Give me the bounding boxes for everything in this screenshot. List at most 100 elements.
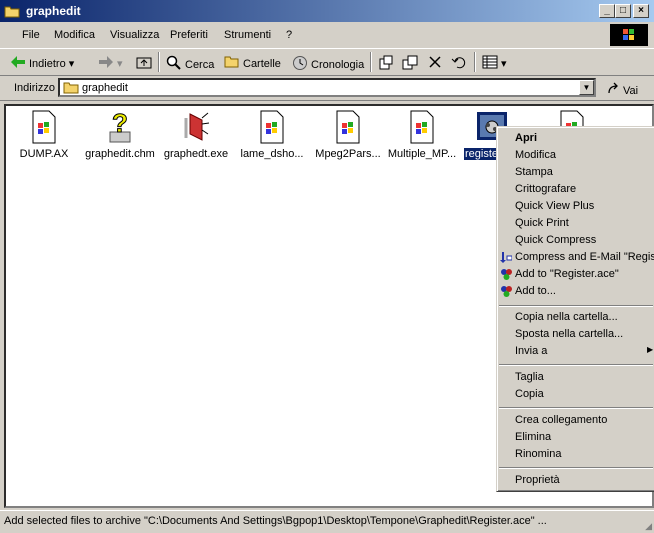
file-name: registe [464, 148, 500, 160]
move-to-icon [378, 55, 394, 74]
history-label: Cronologia [311, 58, 365, 71]
system-file-icon [332, 110, 364, 144]
views-button[interactable]: ▾ [482, 55, 507, 72]
minimize-button[interactable]: _ [599, 4, 615, 18]
folders-icon [224, 55, 240, 72]
menu-item-sposta-nella-cartella[interactable]: Sposta nella cartella... [515, 328, 623, 340]
delete-icon [428, 55, 442, 72]
history-button[interactable]: Cronologia [292, 55, 364, 74]
system-file-icon [256, 110, 288, 144]
history-icon [292, 55, 308, 74]
menu-separator [499, 407, 653, 409]
menu-item-elimina[interactable]: Elimina [515, 431, 551, 443]
undo-button[interactable] [451, 55, 467, 72]
status-bar: Add selected files to archive "C:\Docume… [0, 510, 654, 533]
copy-to-icon [402, 55, 418, 74]
file-name: DUMP.AX [19, 148, 69, 160]
graphedit-exe-icon [180, 110, 212, 144]
up-folder-button[interactable] [136, 55, 152, 72]
chevron-down-icon[interactable]: ▾ [501, 57, 507, 70]
menu-visualizza[interactable]: Visualizza [110, 29, 159, 41]
forward-button[interactable]: ▾ [98, 55, 123, 72]
menu-item-stampa[interactable]: Stampa [515, 166, 553, 178]
status-text: Add selected files to archive "C:\Docume… [4, 515, 547, 527]
file-item[interactable]: graphedt.exe [158, 110, 234, 160]
close-button[interactable]: × [633, 4, 649, 18]
menu-item-crittografare[interactable]: Crittografare [515, 183, 576, 195]
svg-text:?: ? [112, 110, 128, 138]
menu-strumenti[interactable]: Strumenti [224, 29, 271, 41]
menu-item-add-to-register-ace[interactable]: Add to "Register.ace" [515, 268, 619, 280]
maximize-button[interactable]: □ [615, 4, 631, 18]
toolbar-separator [370, 52, 372, 72]
menu-separator [499, 364, 653, 366]
back-label: Indietro [29, 57, 66, 70]
address-label: Indirizzo [14, 82, 55, 94]
menu-bar: File Modifica Visualizza Preferiti Strum… [0, 24, 654, 46]
menu-help[interactable]: ? [286, 29, 292, 41]
file-name: Multiple_MP... [387, 148, 457, 160]
menu-file[interactable]: File [22, 29, 40, 41]
chevron-down-icon[interactable]: ▾ [117, 57, 123, 70]
file-item[interactable]: Multiple_MP... [384, 110, 460, 160]
menu-item-crea-collegamento[interactable]: Crea collegamento [515, 414, 607, 426]
delete-button[interactable] [428, 55, 442, 72]
menu-item-add-to[interactable]: Add to... [515, 285, 556, 297]
menu-item-taglia[interactable]: Taglia [515, 371, 544, 383]
menu-separator [499, 467, 653, 469]
menu-item-quick-view-plus[interactable]: Quick View Plus [515, 200, 594, 212]
file-item[interactable]: Mpeg2Pars... [310, 110, 386, 160]
window-title: graphedit [26, 4, 81, 18]
menu-modifica[interactable]: Modifica [54, 29, 95, 41]
search-button[interactable]: Cerca [166, 55, 214, 74]
toolbar: Indietro ▾ ▾ Cerca Cartelle Cronologia ▾ [0, 48, 654, 76]
menu-item-quick-compress[interactable]: Quick Compress [515, 234, 596, 246]
address-input[interactable]: graphedit ▼ [58, 78, 596, 97]
menu-item-apri[interactable]: Apri [515, 132, 537, 144]
menu-preferiti[interactable]: Preferiti [170, 29, 208, 41]
ace-archive-icon [500, 285, 513, 301]
file-name: Mpeg2Pars... [315, 148, 381, 160]
copy-to-button[interactable] [402, 55, 418, 74]
up-folder-icon [136, 55, 152, 72]
menu-item-modifica[interactable]: Modifica [515, 149, 556, 161]
menu-item-rinomina[interactable]: Rinomina [515, 448, 561, 460]
back-button[interactable]: Indietro ▾ [10, 55, 74, 72]
views-icon [482, 55, 498, 72]
back-arrow-icon [10, 55, 26, 72]
title-bar: graphedit _ □ × [0, 0, 654, 22]
submenu-arrow-icon: ▶ [647, 345, 654, 354]
system-file-icon [406, 110, 438, 144]
file-item[interactable]: DUMP.AX [6, 110, 82, 160]
folder-icon [4, 4, 20, 21]
chevron-down-icon[interactable]: ▾ [69, 57, 75, 70]
windows-logo-icon [610, 24, 648, 46]
ace-archive-icon [500, 268, 513, 284]
address-bar: Indirizzo graphedit ▼ Vai [0, 76, 654, 101]
file-item[interactable]: ? graphedit.chm [82, 108, 158, 161]
undo-icon [451, 55, 467, 72]
system-file-icon [28, 110, 60, 144]
address-dropdown-button[interactable]: ▼ [579, 80, 594, 95]
menu-item-compress-email[interactable]: Compress and E-Mail "Registe [515, 251, 654, 263]
toolbar-separator [474, 52, 476, 72]
go-button[interactable]: Vai [606, 82, 638, 99]
file-name: graphedt.exe [163, 148, 229, 160]
compress-email-icon [500, 251, 513, 266]
menu-item-invia-a[interactable]: Invia a [515, 345, 547, 357]
menu-item-copia-nella-cartella[interactable]: Copia nella cartella... [515, 311, 618, 323]
go-label: Vai [623, 84, 639, 97]
menu-item-proprieta[interactable]: Proprietà [515, 474, 560, 486]
file-item[interactable]: lame_dsho... [234, 110, 310, 160]
forward-arrow-icon [98, 55, 114, 72]
folders-button[interactable]: Cartelle [224, 55, 281, 72]
help-file-icon: ? [104, 108, 136, 144]
resize-grip-icon[interactable]: ◢ [645, 521, 652, 532]
search-label: Cerca [185, 58, 215, 71]
move-to-button[interactable] [378, 55, 394, 74]
menu-separator [499, 305, 653, 307]
search-icon [166, 55, 182, 74]
menu-item-copia[interactable]: Copia [515, 388, 544, 400]
folder-icon [63, 81, 79, 97]
menu-item-quick-print[interactable]: Quick Print [515, 217, 569, 229]
